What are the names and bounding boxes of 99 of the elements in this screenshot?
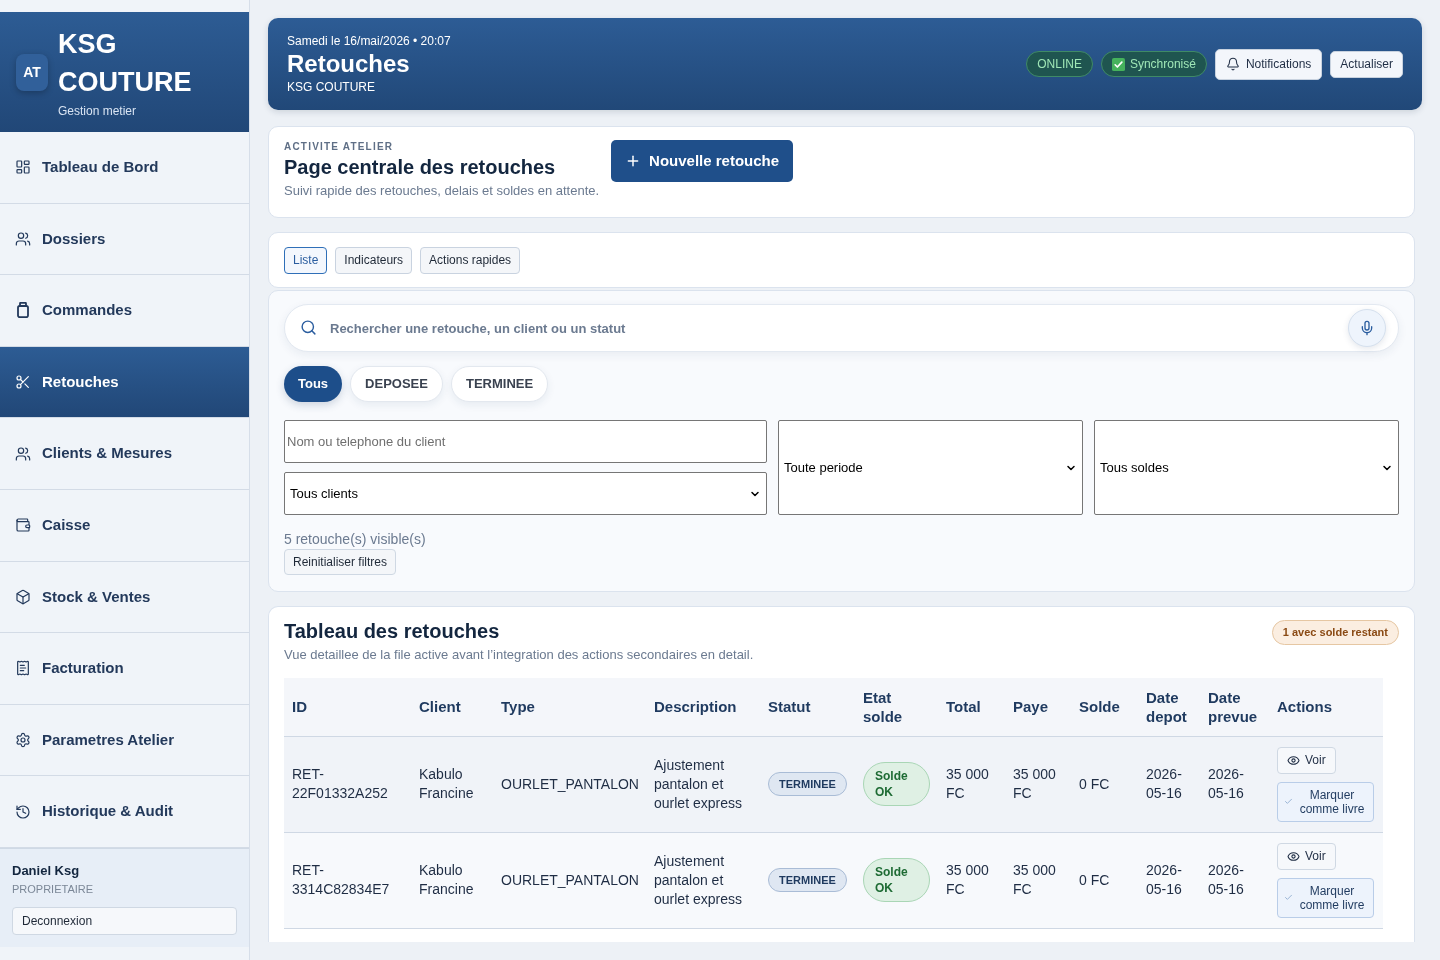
table-cell: 35 000 FC xyxy=(938,832,1005,928)
column-header: Statut xyxy=(760,678,855,736)
bell-icon xyxy=(1225,57,1240,71)
view-tab[interactable]: Actions rapides xyxy=(420,246,521,274)
table-cell: 2026-05-16 xyxy=(1138,736,1200,832)
column-header: Description xyxy=(646,678,760,736)
table-cell: RET-3314C82834E7 xyxy=(284,832,411,928)
table-cell: 2026-05-16 xyxy=(1200,736,1269,832)
nav-item[interactable]: Caisse xyxy=(0,489,249,562)
status-filter-chip[interactable]: TERMINEE xyxy=(450,366,549,402)
header-subtitle: KSG COUTURE xyxy=(287,79,376,95)
client-search-field[interactable]: Nom ou telephone du client xyxy=(284,420,767,463)
notifications-button[interactable]: Notifications xyxy=(1214,48,1323,80)
table-cell: OURLET_PANTALON xyxy=(493,832,646,928)
dashboard-icon xyxy=(15,159,31,176)
view-tab[interactable]: Indicateurs xyxy=(335,246,413,274)
table-cell: RET-22F01332A252 xyxy=(284,736,411,832)
logout-button[interactable]: Deconnexion xyxy=(12,906,237,935)
section-title: Page centrale des retouches xyxy=(284,155,556,180)
column-header: Actions xyxy=(1269,678,1383,736)
box-icon xyxy=(15,588,31,605)
microphone-icon xyxy=(1359,320,1375,336)
balance-status-badge: Solde OK xyxy=(863,762,930,806)
status-badge: TERMINEE xyxy=(768,868,847,892)
column-header: Paye xyxy=(1005,678,1071,736)
section-subtitle: Suivi rapide des retouches, delais et soldes en attente. xyxy=(284,182,600,200)
search-field[interactable]: Rechercher une retouche, un client ou un statut xyxy=(284,304,1399,352)
page-title: Retouches xyxy=(287,49,411,79)
nav-item[interactable]: Dossiers xyxy=(0,203,249,276)
nav-item[interactable]: Parametres Atelier xyxy=(0,704,249,777)
column-header: Etat solde xyxy=(855,678,938,736)
nav-item[interactable]: Stock & Ventes xyxy=(0,561,249,634)
refresh-button[interactable]: Actualiser xyxy=(1330,50,1403,78)
eye-icon xyxy=(1287,753,1300,767)
table-cell: 2026-05-16 xyxy=(1138,832,1200,928)
users-icon xyxy=(15,445,31,462)
table-title: Tableau des retouches xyxy=(284,619,500,644)
column-header: Solde xyxy=(1071,678,1138,736)
brand-name: KSG COUTURE xyxy=(58,28,193,99)
client-select[interactable]: Tous clients xyxy=(284,472,767,515)
balance-select[interactable]: Tous soldes xyxy=(1094,420,1399,515)
nav-item[interactable]: Clients & Mesures xyxy=(0,418,249,490)
table-subtitle: Vue detaillee de la file active avant l’integration des actions secondaires en detail. xyxy=(284,646,754,664)
scissors-icon xyxy=(15,374,31,391)
balance-status-badge: Solde OK xyxy=(863,858,930,902)
table-cell: Ajustement pantalon et ourlet express xyxy=(646,736,760,832)
settings-icon xyxy=(15,732,31,749)
mark-delivered-button[interactable]: Marquer comme livre xyxy=(1277,877,1374,918)
view-button[interactable]: Voir xyxy=(1277,746,1336,774)
mark-delivered-button[interactable]: Marquer comme livre xyxy=(1277,781,1374,822)
table-cell: 0 FC xyxy=(1071,736,1138,832)
nav-item[interactable]: Historique & Audit xyxy=(0,776,249,848)
balance-count-badge: 1 avec solde restant xyxy=(1271,620,1399,645)
table-cell: Kabulo Francine xyxy=(411,736,493,832)
column-header: Type xyxy=(493,678,646,736)
table-cell: Ajustement pantalon et ourlet express xyxy=(646,832,760,928)
status-filter-chip[interactable]: Tous xyxy=(284,366,343,402)
nav-item[interactable]: Facturation xyxy=(0,633,249,705)
column-header: Date prevue xyxy=(1200,678,1269,736)
wallet-icon xyxy=(15,517,31,534)
nav-item[interactable]: Tableau de Bord xyxy=(0,132,249,204)
table-cell: 35 000 FC xyxy=(1005,832,1071,928)
table-cell: OURLET_PANTALON xyxy=(493,736,646,832)
result-count: 5 retouche(s) visible(s) xyxy=(284,530,426,548)
check-icon xyxy=(1284,893,1293,902)
status-pill: ONLINE xyxy=(1026,51,1093,77)
section-eyebrow: ACTIVITE ATELIER xyxy=(284,140,394,154)
user-name: Daniel Ksg xyxy=(12,861,81,880)
logo-badge: AT xyxy=(16,53,48,91)
check-icon xyxy=(1284,797,1293,806)
column-header: Total xyxy=(938,678,1005,736)
column-header: ID xyxy=(284,678,411,736)
column-header: Date depot xyxy=(1138,678,1200,736)
receipt-icon xyxy=(15,660,31,677)
table-cell: Kabulo Francine xyxy=(411,832,493,928)
status-filter-chip[interactable]: DEPOSEE xyxy=(350,366,443,402)
status-badge: TERMINEE xyxy=(768,772,847,796)
view-button[interactable]: Voir xyxy=(1277,842,1336,870)
table-cell: 35 000 FC xyxy=(1005,736,1071,832)
table-cell: 0 FC xyxy=(1071,832,1138,928)
nav-item[interactable]: Retouches xyxy=(0,346,249,419)
nav-item[interactable]: Commandes xyxy=(0,275,249,347)
history-icon xyxy=(15,803,31,820)
brand-tagline: Gestion metier xyxy=(58,103,138,119)
users-icon xyxy=(15,230,31,247)
eye-icon xyxy=(1287,849,1300,863)
period-select[interactable]: Toute periode xyxy=(778,420,1083,515)
reset-filters-button[interactable]: Reinitialiser filtres xyxy=(284,549,397,575)
status-pill: Synchronisé xyxy=(1100,51,1207,77)
table-cell: 2026-05-16 xyxy=(1200,832,1269,928)
user-role: PROPRIETAIRE xyxy=(12,881,95,897)
header-date: Samedi le 16/mai/2026 • 20:07 xyxy=(287,33,451,49)
new-alteration-button[interactable]: Nouvelle retouche xyxy=(611,140,794,182)
search-icon xyxy=(300,319,317,336)
table-cell: 35 000 FC xyxy=(938,736,1005,832)
checkmark-icon xyxy=(1111,57,1125,71)
column-header: Client xyxy=(411,678,493,736)
view-tab[interactable]: Liste xyxy=(284,246,328,274)
jar-icon xyxy=(15,302,31,319)
